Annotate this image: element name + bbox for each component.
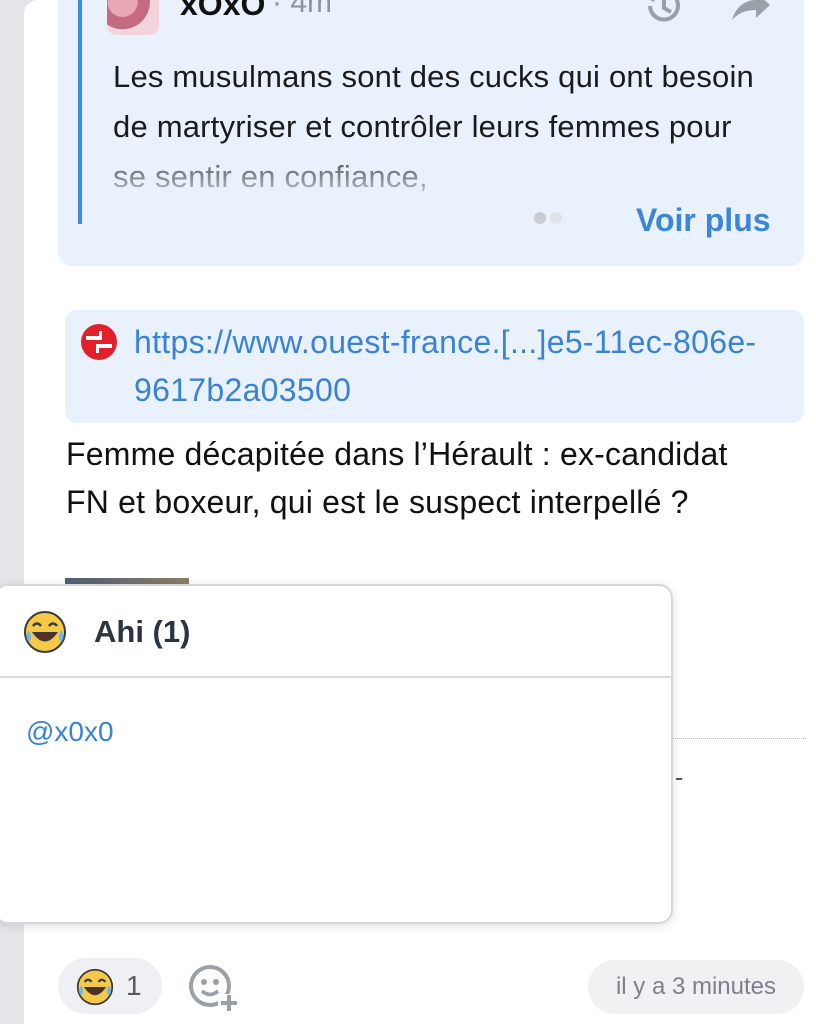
- see-more-link[interactable]: Voir plus: [636, 202, 771, 239]
- link-title: Femme décapitée dans l’Hérault : ex-cand…: [66, 436, 728, 520]
- add-reaction-icon[interactable]: [186, 962, 242, 1012]
- reaction-popup-title: Ahi (1): [94, 614, 191, 649]
- loading-icon: [534, 212, 562, 224]
- reaction-chip[interactable]: 1: [58, 958, 162, 1014]
- history-icon[interactable]: [640, 0, 688, 26]
- link-url[interactable]: https://www.ouest-france.[...]e5-11ec-80…: [134, 318, 784, 414]
- laughing-crying-emoji-icon: [76, 968, 114, 1006]
- text-fade: [84, 140, 804, 200]
- reaction-count: 1: [126, 970, 142, 1001]
- divider: [670, 738, 806, 739]
- ouest-france-logo-icon: [81, 324, 117, 360]
- share-icon[interactable]: [728, 0, 772, 26]
- reaction-popup: Ahi (1) @x0x0: [0, 584, 673, 924]
- quoted-author-name[interactable]: xOxO: [180, 0, 265, 23]
- reaction-user-link[interactable]: @x0x0: [26, 716, 114, 748]
- reaction-popup-header: Ahi (1): [0, 586, 671, 678]
- laughing-crying-emoji-icon: [24, 611, 66, 653]
- quoted-post-age: · 4m: [272, 0, 332, 19]
- quote-bar: [78, 0, 82, 224]
- post-timestamp: il y a 3 minutes: [588, 960, 804, 1014]
- author-avatar[interactable]: [107, 0, 159, 35]
